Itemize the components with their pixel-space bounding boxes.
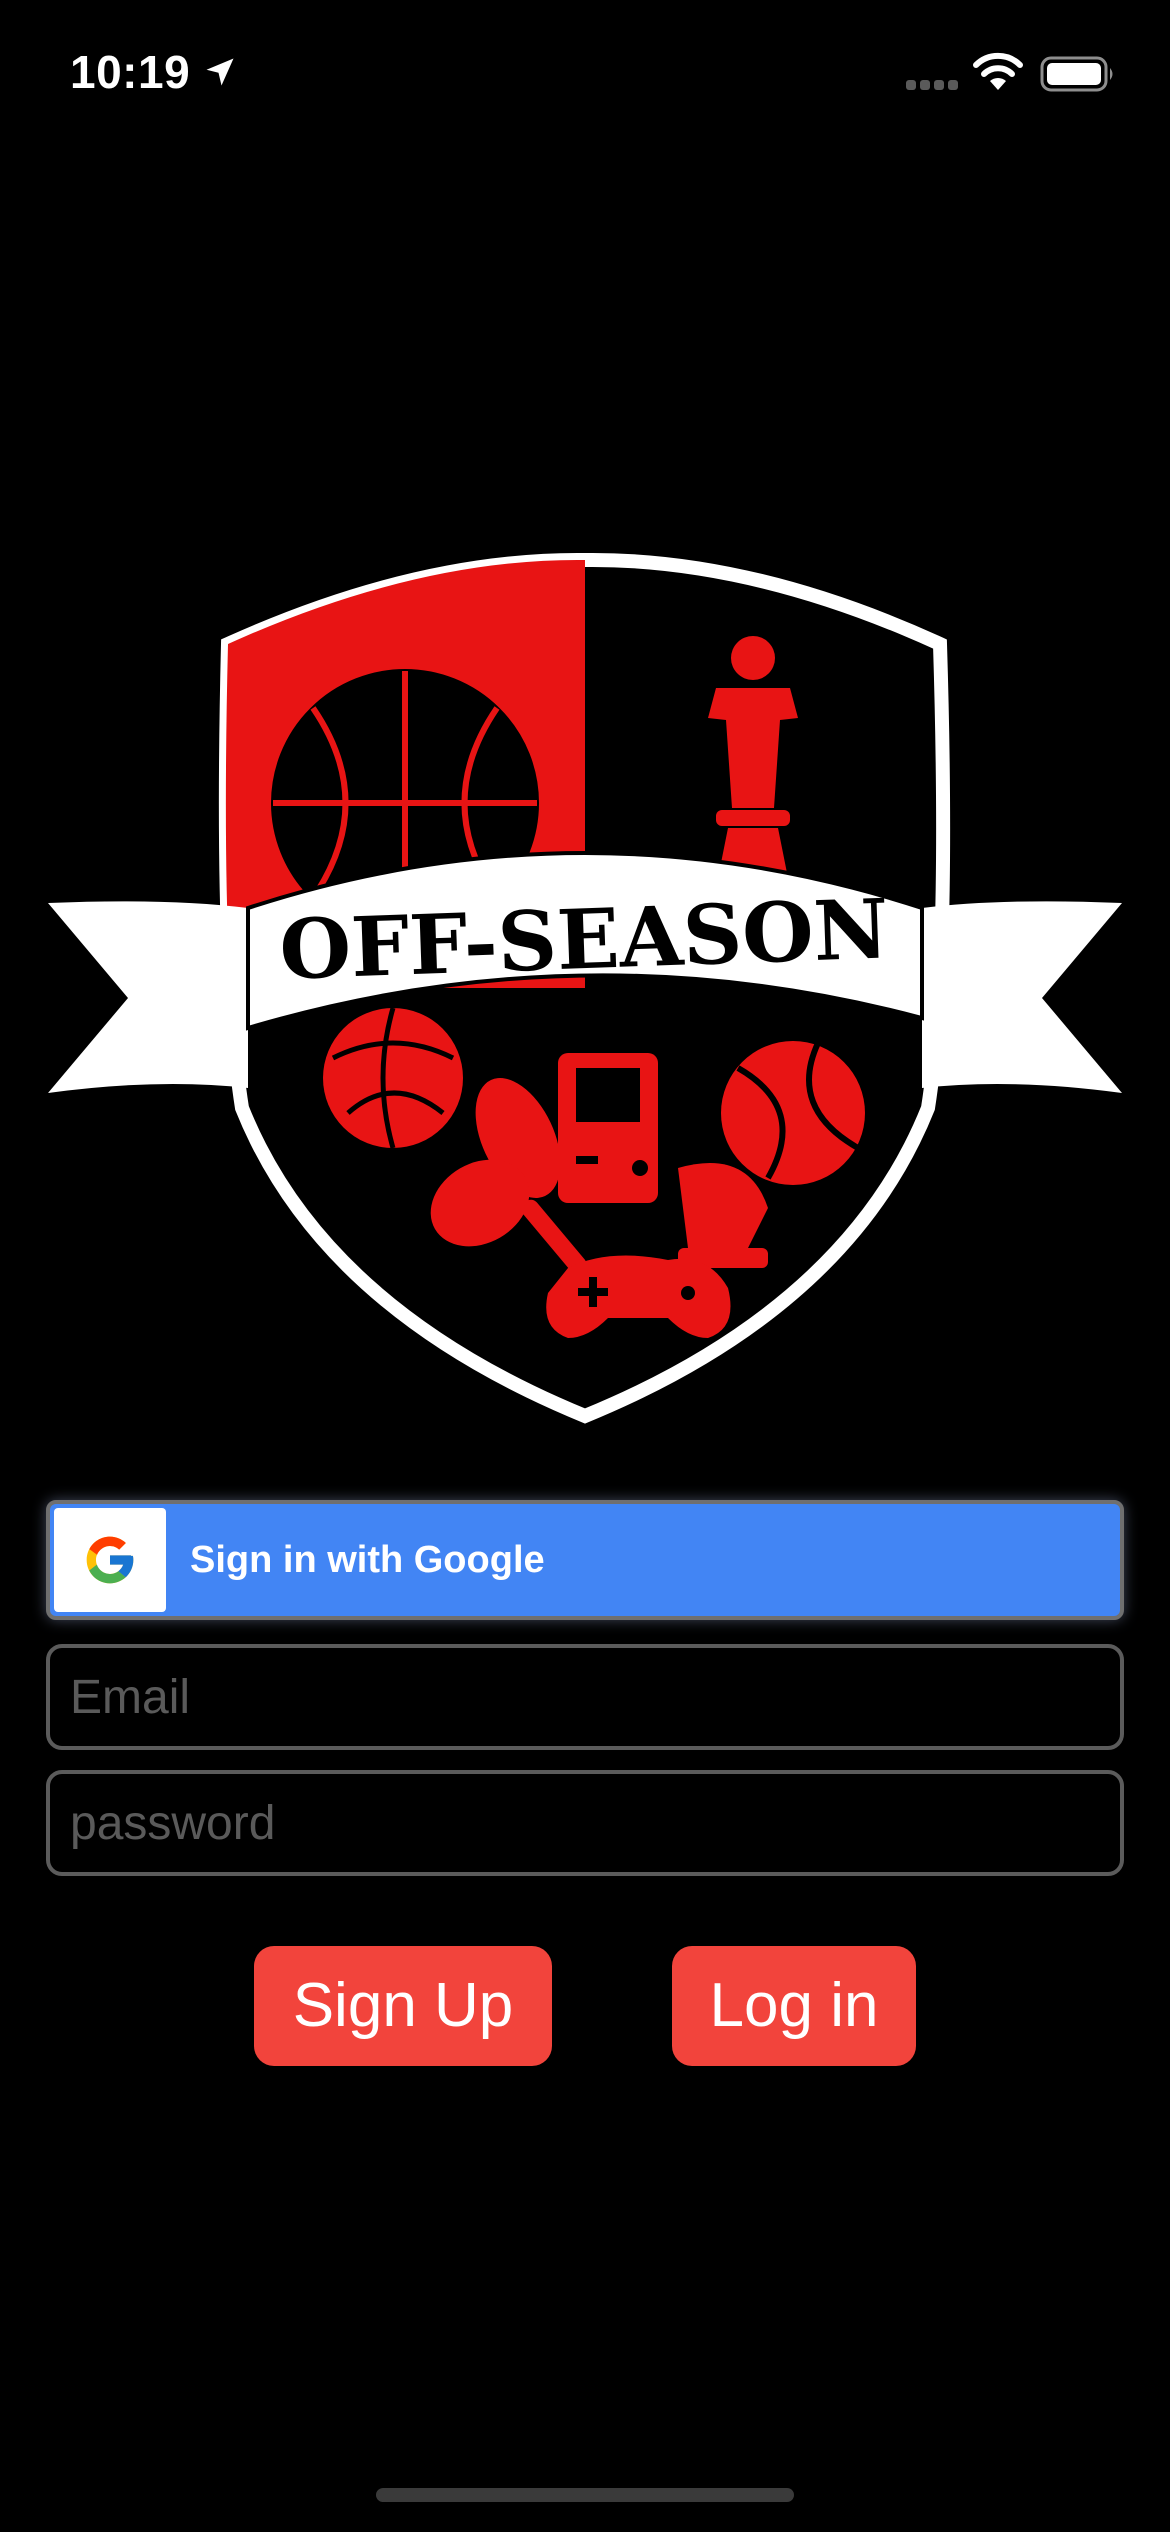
battery-icon (1040, 56, 1113, 92)
status-bar: 10:19 (0, 0, 1170, 150)
google-logo-box (54, 1508, 166, 1612)
password-field[interactable] (46, 1770, 1124, 1876)
home-indicator (376, 2488, 794, 2502)
wifi-icon (973, 52, 1023, 90)
sign-up-button[interactable]: Sign Up (254, 1946, 552, 2066)
google-g-icon (86, 1536, 134, 1584)
status-time: 10:19 (70, 46, 191, 98)
off-season-logo: OFF-SEASON (48, 552, 1122, 1424)
cellular-signal-icon (906, 80, 958, 90)
google-signin-button[interactable]: Sign in with Google (46, 1500, 1124, 1620)
google-signin-label: Sign in with Google (190, 1539, 545, 1581)
location-arrow-icon (206, 58, 234, 86)
log-in-button[interactable]: Log in (672, 1946, 916, 2066)
email-field[interactable] (46, 1644, 1124, 1750)
